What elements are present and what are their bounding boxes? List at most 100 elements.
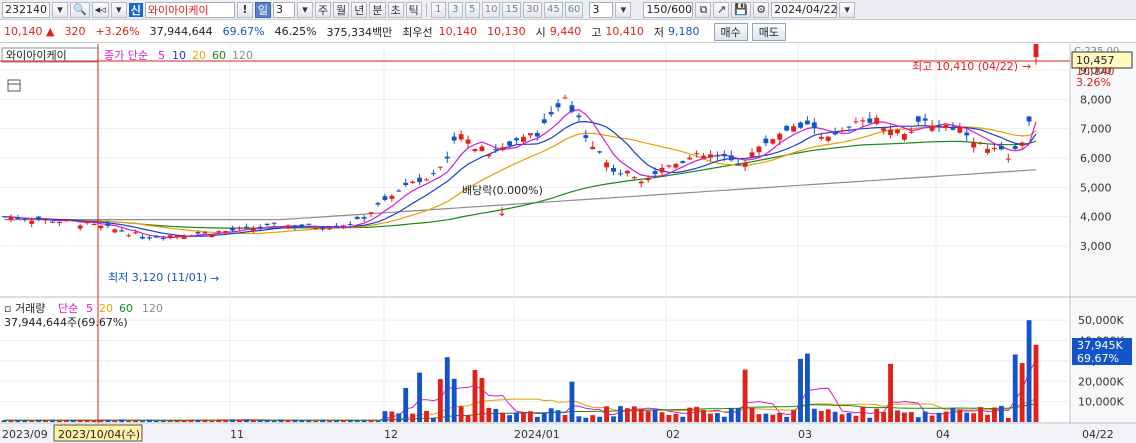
volume-bar bbox=[694, 406, 700, 422]
volume-bar bbox=[160, 420, 166, 422]
minute-60-button[interactable]: 60 bbox=[564, 1, 584, 18]
dividend-arrow-icon: ↓ bbox=[497, 205, 507, 219]
stock-chart[interactable]: 와이아이케이 종가 단순 5 10 20 60 120 ▫ 거래량 단순 5 2… bbox=[0, 44, 1136, 443]
sort-dropdown-button[interactable]: ▾ bbox=[110, 1, 127, 18]
minute-45-button[interactable]: 45 bbox=[543, 1, 563, 18]
volume-bar bbox=[569, 381, 575, 422]
time-label-12: 12 bbox=[384, 428, 398, 441]
period-week-button[interactable]: 주 bbox=[315, 1, 332, 18]
ask-price: 10,140 bbox=[438, 25, 478, 38]
period-value-dropdown[interactable]: ▾ bbox=[297, 1, 313, 18]
candle-body bbox=[375, 202, 381, 205]
date-field[interactable]: 2024/04/22 bbox=[771, 1, 838, 18]
volume-bar bbox=[430, 417, 436, 422]
candle-body bbox=[56, 222, 62, 224]
gear-icon[interactable]: ⚙ bbox=[753, 1, 770, 18]
minute-1-button[interactable]: 1 bbox=[430, 1, 446, 18]
low-arrow-icon: → bbox=[210, 272, 219, 285]
candle-body bbox=[403, 182, 409, 186]
candle-body bbox=[992, 148, 997, 150]
chart-type-icon[interactable]: ⧉ bbox=[695, 1, 712, 18]
candle-body bbox=[84, 222, 90, 224]
count-display[interactable]: 150/600 bbox=[643, 1, 694, 18]
speaker-icon[interactable]: ◂◃ bbox=[91, 1, 109, 18]
volume-bar bbox=[624, 408, 630, 422]
table-toggle-icon[interactable] bbox=[7, 79, 21, 92]
buy-button[interactable]: 매수 bbox=[713, 22, 748, 41]
candle-body bbox=[493, 149, 499, 151]
period-tick-button[interactable]: 틱 bbox=[405, 1, 422, 18]
market-tag: 신 bbox=[128, 2, 143, 17]
stock-name-field[interactable]: 와이아이케이 bbox=[144, 1, 235, 18]
candle-body bbox=[631, 177, 637, 179]
candle-body bbox=[70, 219, 76, 221]
volume-current-label: 37,945K bbox=[1077, 339, 1123, 352]
volume-bar bbox=[500, 412, 506, 422]
volume-bar bbox=[77, 419, 83, 422]
candle-body bbox=[555, 103, 561, 108]
candle-body bbox=[611, 167, 616, 172]
candle-body bbox=[860, 120, 866, 122]
volume-bar bbox=[548, 408, 554, 422]
volume-bar bbox=[105, 419, 111, 422]
candle-body bbox=[839, 130, 845, 132]
minute-30-button[interactable]: 30 bbox=[523, 1, 542, 18]
volume-bar bbox=[791, 410, 797, 422]
volume-bar bbox=[507, 415, 513, 422]
candle-body bbox=[347, 223, 353, 225]
minute-10-button[interactable]: 10 bbox=[481, 1, 501, 18]
best-quote-label: 최우선 bbox=[402, 25, 433, 39]
volume-bar bbox=[645, 411, 651, 422]
stock-code-input[interactable]: 232140 bbox=[2, 1, 50, 18]
candle-body bbox=[548, 111, 554, 115]
price-change: 320 bbox=[64, 25, 86, 38]
candle-body bbox=[971, 142, 977, 148]
volume-bar bbox=[957, 409, 963, 422]
volume-bar bbox=[403, 387, 409, 422]
date-dropdown[interactable]: ▾ bbox=[839, 1, 856, 18]
candle-body bbox=[216, 231, 222, 233]
volume-bar bbox=[424, 410, 429, 422]
stock-dropdown-button[interactable]: ▾ bbox=[52, 1, 68, 18]
minute-15-button[interactable]: 15 bbox=[502, 1, 522, 18]
period-year-button[interactable]: 년 bbox=[351, 1, 368, 18]
volume-axis-tick: 50,000K bbox=[1078, 314, 1124, 327]
price-axis-tick: 7,000 bbox=[1080, 123, 1112, 136]
draw-tool-icon[interactable]: ↗ bbox=[713, 1, 730, 18]
volume-bar bbox=[832, 411, 838, 422]
tick-value-select[interactable]: 3 bbox=[589, 1, 614, 18]
period-minute-button[interactable]: 분 bbox=[369, 1, 386, 18]
volume-bar bbox=[451, 378, 457, 422]
candle-body bbox=[306, 223, 312, 225]
candle-body bbox=[895, 129, 900, 134]
open-price: 9,440 bbox=[549, 25, 582, 38]
minute-3-button[interactable]: 3 bbox=[447, 1, 463, 18]
volume-bar bbox=[167, 420, 173, 422]
period-month-button[interactable]: 월 bbox=[333, 1, 350, 18]
volume-bar bbox=[895, 410, 900, 422]
period-second-button[interactable]: 초 bbox=[387, 1, 404, 18]
alert-icon[interactable]: ! bbox=[236, 1, 253, 18]
minute-5-button[interactable]: 5 bbox=[464, 1, 480, 18]
candle-body bbox=[784, 125, 790, 131]
sell-button[interactable]: 매도 bbox=[751, 22, 787, 41]
candle-body bbox=[299, 224, 305, 227]
price-axis-tick: 5,000 bbox=[1080, 181, 1112, 194]
save-icon[interactable]: 💾 bbox=[731, 1, 752, 18]
period-value-select[interactable]: 3 bbox=[273, 1, 295, 18]
volume-bar bbox=[749, 407, 755, 422]
volume-bar bbox=[950, 407, 956, 422]
candle-body bbox=[777, 133, 783, 140]
search-icon[interactable]: 🔍 bbox=[70, 1, 90, 18]
candle-body bbox=[867, 118, 873, 123]
tick-value-dropdown[interactable]: ▾ bbox=[615, 1, 632, 18]
legend-ma20: 20 bbox=[192, 49, 206, 62]
candle-body bbox=[618, 173, 623, 175]
candle-body bbox=[444, 156, 450, 159]
candle-body bbox=[313, 227, 319, 229]
volume-bar bbox=[555, 410, 561, 422]
current-pct-label: 3.26% bbox=[1076, 76, 1111, 89]
candle-body bbox=[202, 232, 208, 234]
price-axis-tick: 8,000 bbox=[1080, 93, 1112, 106]
period-daily-button[interactable]: 일 bbox=[254, 1, 271, 18]
